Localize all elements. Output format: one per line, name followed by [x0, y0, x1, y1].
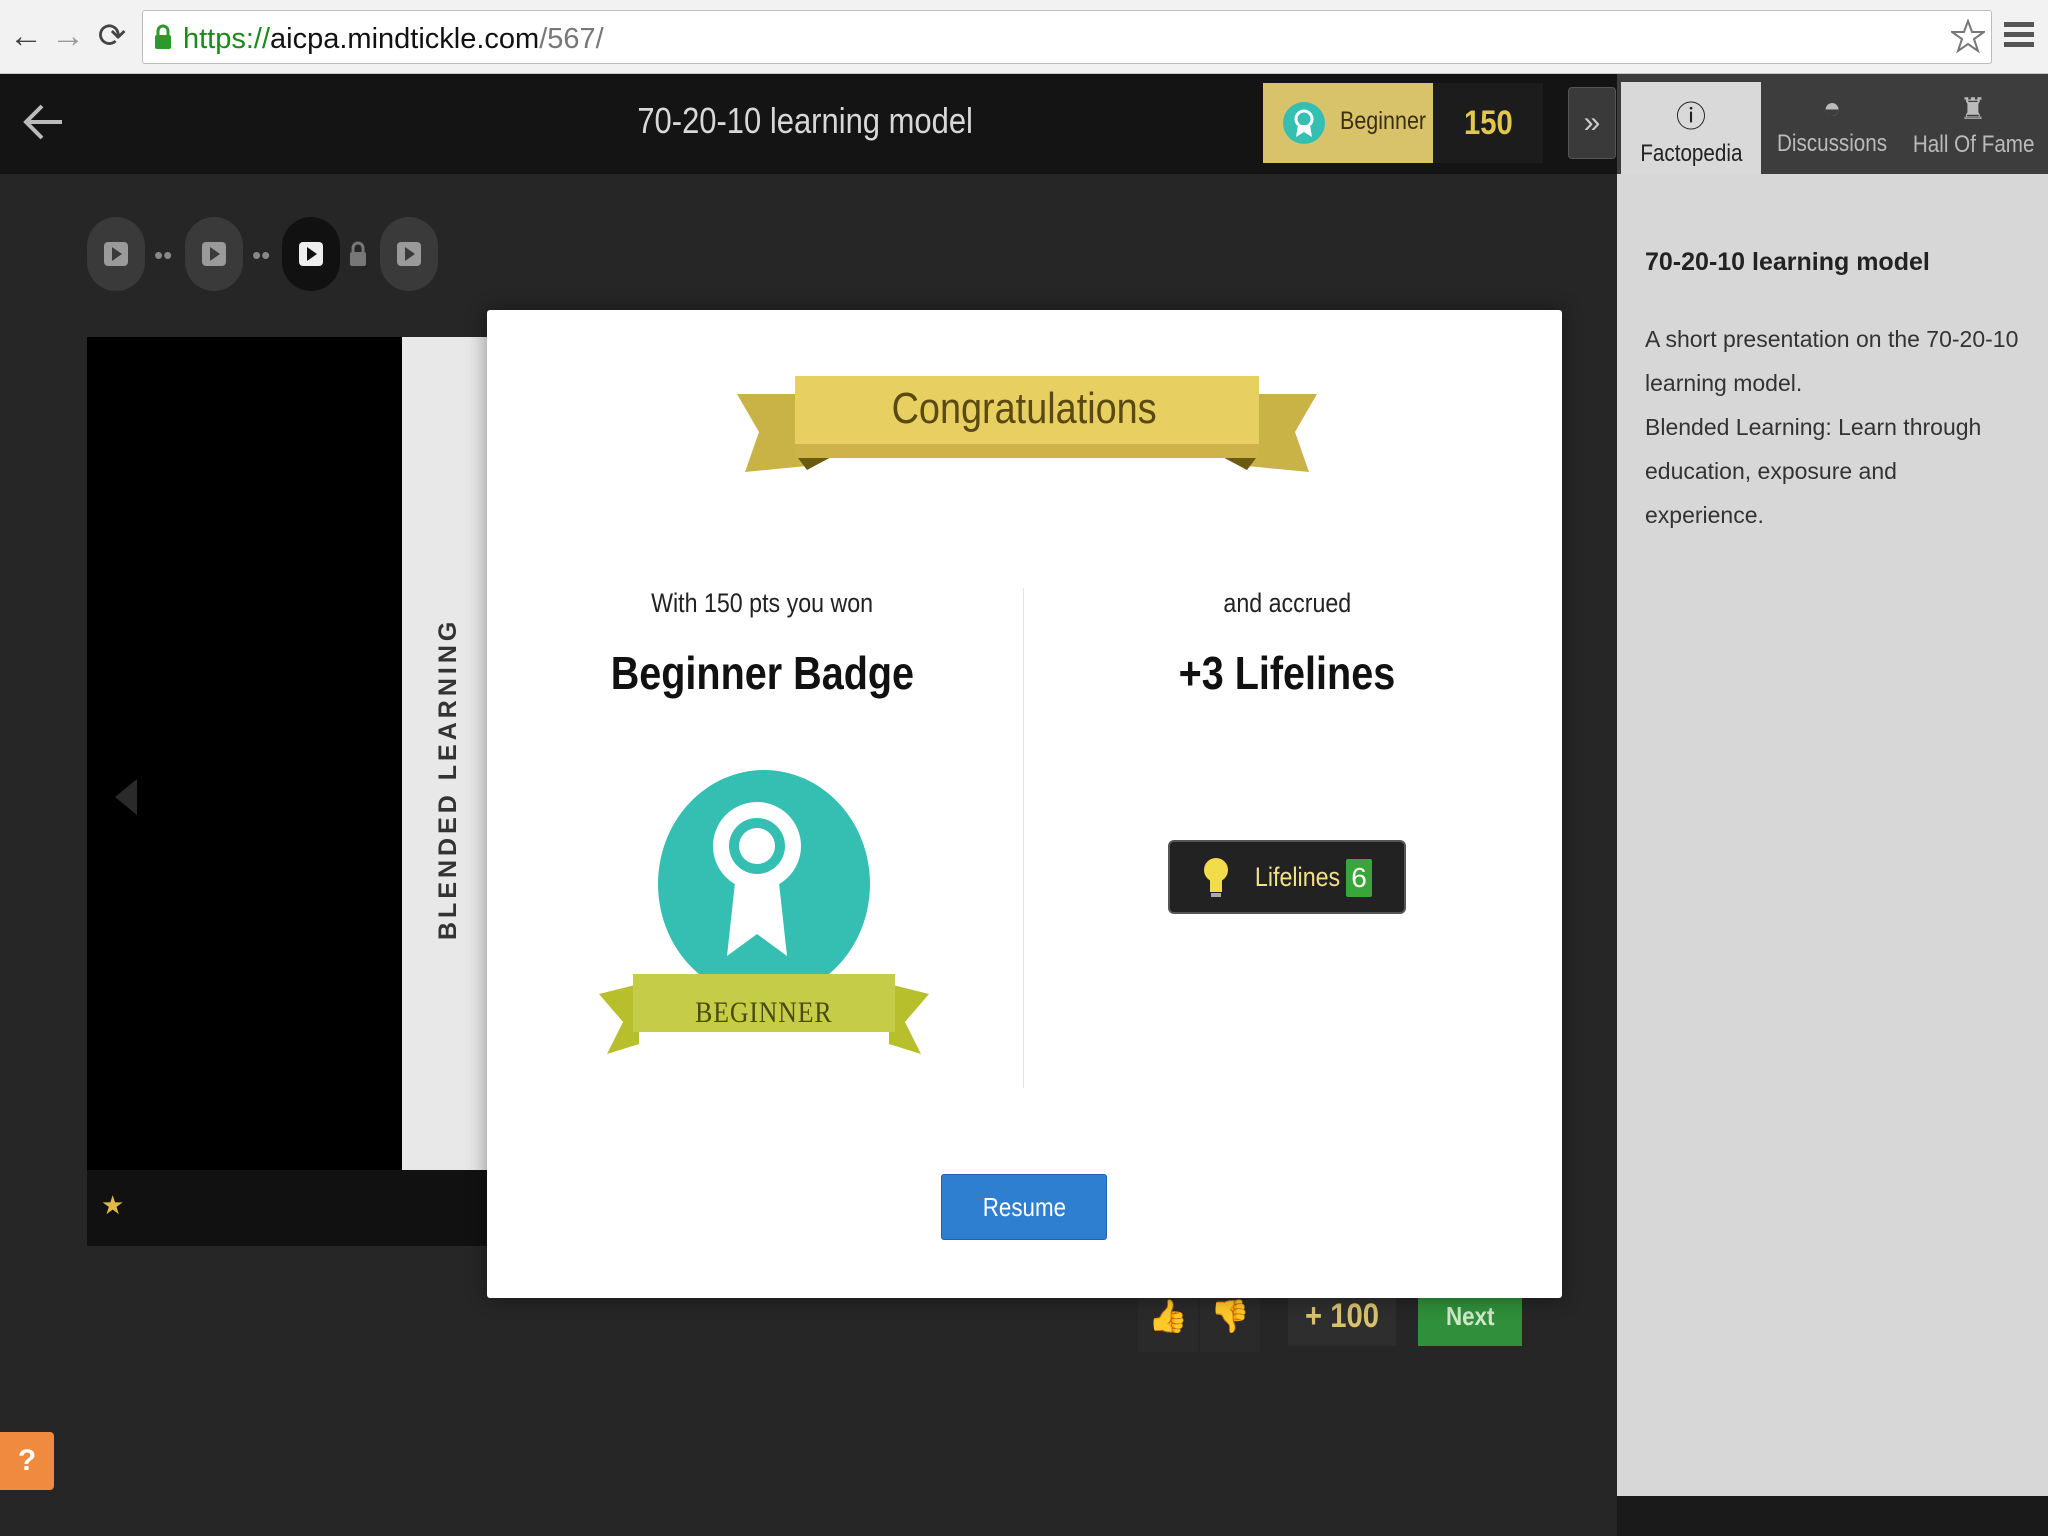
lifelines-label: Lifelines [1254, 862, 1341, 892]
step-connector: •• [154, 240, 173, 270]
collapse-panel-button[interactable]: » [1568, 87, 1616, 159]
back-arrow-icon[interactable]: ← [6, 14, 46, 58]
address-bar[interactable]: https://aicpa.mindtickle.com/567/ [142, 10, 1992, 64]
lock-icon [350, 241, 366, 266]
helmet-icon: ◓ [1822, 92, 1842, 125]
resume-button[interactable]: Resume [941, 1174, 1107, 1240]
previous-slide-icon[interactable] [113, 777, 139, 817]
ribbon-badge-icon [1283, 102, 1325, 144]
help-icon[interactable]: ? [0, 1432, 54, 1490]
congratulations-modal: Congratulations With 150 pts you won Beg… [487, 310, 1562, 1298]
lightbulb-icon [1204, 858, 1228, 897]
step-play-button[interactable] [380, 217, 438, 291]
tab-hall-of-fame[interactable]: ♜ Hall Of Fame [1903, 82, 2043, 174]
tab-label: Discussions [1776, 130, 1888, 157]
forward-arrow-icon[interactable]: → [48, 14, 88, 58]
medal-icon: ★ [101, 1190, 125, 1220]
level-label: Beginner [1340, 107, 1427, 135]
play-icon [104, 242, 128, 266]
step-play-button[interactable] [87, 217, 145, 291]
factopedia-panel: 70-20-10 learning model A short presenta… [1617, 174, 2048, 1496]
lifelines-title: +3 Lifelines [1178, 647, 1396, 699]
slide-footer: ★ [87, 1170, 487, 1246]
badge-ribbon-label: BEGINNER [695, 996, 833, 1029]
tab-factopedia[interactable]: ⓘ Factopedia [1621, 82, 1761, 174]
factopedia-title: 70-20-10 learning model [1645, 248, 1930, 276]
lock-icon [155, 24, 171, 49]
page-title: 70-20-10 learning model [637, 100, 973, 141]
play-icon [299, 242, 323, 266]
step-connector: •• [252, 240, 271, 270]
factopedia-description: A short presentation on the 70-20-10 lea… [1645, 326, 2019, 396]
won-subtitle: With 150 pts you won [650, 588, 873, 618]
badge-title: Beginner Badge [610, 647, 914, 699]
tab-discussions[interactable]: ◓ Discussions [1762, 82, 1902, 174]
info-icon: ⓘ [1676, 101, 1706, 134]
lifelines-counter: Lifelines 6 [1168, 840, 1406, 914]
column-divider [1023, 588, 1024, 1088]
tab-label: Factopedia [1639, 140, 1743, 167]
side-panel-tabs: ⓘ Factopedia ◓ Discussions ♜ Hall Of Fam… [1617, 74, 2048, 174]
lifelines-count: 6 [1346, 859, 1372, 897]
svg-text:BLENDED LEARNING: BLENDED LEARNING [434, 618, 462, 940]
factopedia-description: Blended Learning: Learn through educatio… [1645, 414, 1982, 528]
play-icon [397, 242, 421, 266]
level-badge[interactable]: Beginner [1263, 83, 1433, 163]
step-play-button[interactable] [185, 217, 243, 291]
step-play-button[interactable] [282, 217, 340, 291]
menu-icon[interactable] [2004, 18, 2034, 54]
url-text: https://aicpa.mindtickle.com/567/ [183, 23, 604, 55]
browser-toolbar: ← → ⟳ https://aicpa.mindtickle.com/567/ [0, 0, 2048, 74]
slide-vertical-text: BLENDED LEARNING [434, 618, 462, 940]
slide-panel [87, 337, 402, 1170]
points-counter: 150 [1433, 83, 1543, 163]
congratulations-title: Congratulations [891, 384, 1157, 433]
back-arrow-icon[interactable] [22, 102, 64, 142]
play-icon [202, 242, 226, 266]
trophy-icon: ♜ [1959, 93, 1987, 126]
star-icon[interactable] [1951, 19, 1985, 55]
reload-icon[interactable]: ⟳ [92, 14, 132, 58]
tab-label: Hall Of Fame [1912, 131, 2035, 158]
accrued-subtitle: and accrued [1223, 588, 1351, 618]
